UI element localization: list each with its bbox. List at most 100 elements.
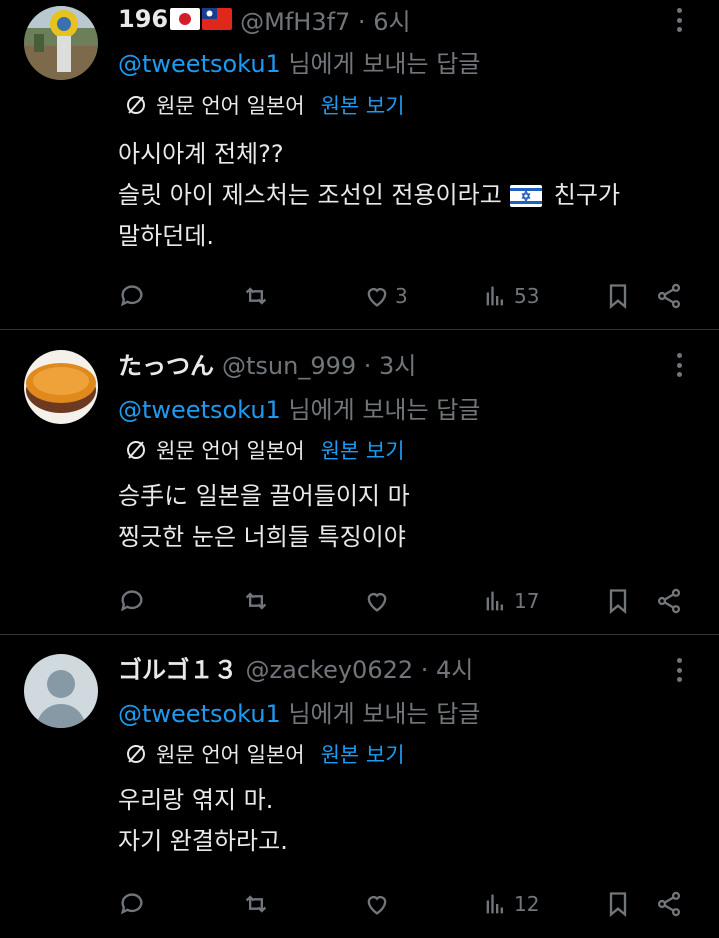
translation-notice: 원문 언어 일본어 원본 보기 (124, 435, 405, 465)
handle-and-time[interactable]: @zackey0622 · 4시 (246, 650, 474, 685)
reply-tweet[interactable]: たっつん @tsun_999 · 3시 @tweetsoku1 님에게 보내는 … (0, 345, 719, 635)
bookmark-icon (609, 284, 627, 309)
views-button[interactable]: 12 (482, 884, 539, 924)
display-name[interactable]: 196 (118, 5, 168, 33)
translate-label: 원문 언어 일본어 (156, 439, 305, 463)
translation-notice: 원문 언어 일본어 원본 보기 (124, 90, 405, 120)
repost-icon (245, 592, 267, 610)
reply-tweet[interactable]: ゴルゴ１３ @zackey0622 · 4시 @tweetsoku1 님에게 보… (0, 650, 719, 938)
heart-icon (367, 896, 387, 915)
replying-suffix: 님에게 보내는 답글 (288, 700, 481, 728)
default-avatar-icon (24, 654, 98, 728)
bookmark-button[interactable] (604, 276, 632, 316)
action-bar: 3 53 (0, 276, 719, 316)
israel-flag-icon (509, 184, 542, 207)
view-count: 17 (514, 589, 540, 613)
like-button[interactable] (363, 581, 395, 621)
japan-flag-icon (170, 8, 201, 30)
like-button[interactable]: 3 (363, 276, 408, 316)
views-button[interactable]: 53 (482, 276, 539, 316)
repost-button[interactable] (242, 581, 270, 621)
share-icon (657, 283, 681, 309)
like-count: 3 (395, 284, 408, 308)
share-button[interactable] (655, 581, 683, 621)
flag-icons (170, 8, 233, 30)
view-count: 53 (514, 284, 540, 308)
mention-link[interactable]: @tweetsoku1 (118, 396, 281, 424)
bookmark-icon (609, 892, 627, 917)
tweet-header: 196 @MfH3f7 · 6시 (118, 2, 411, 36)
tweet-text: 아시아계 전체?? 슬릿 아이 제스처는 조선인 전용이라고 친구가 말하던데. (118, 134, 620, 257)
mention-link[interactable]: @tweetsoku1 (118, 700, 281, 728)
avatar[interactable] (24, 350, 98, 424)
show-original-link[interactable]: 원본 보기 (321, 435, 405, 465)
taiwan-flag-icon (202, 8, 233, 30)
share-icon (657, 588, 681, 614)
heart-icon (367, 288, 387, 307)
tweet-text: 우리랑 엮지 마. 자기 완결하라고. (118, 780, 288, 862)
replying-to: @tweetsoku1 님에게 보내는 답글 (118, 390, 480, 425)
reply-tweet[interactable]: 196 @MfH3f7 · 6시 @tweetsoku1 님에게 보내는 답글 … (0, 0, 719, 330)
action-bar: 17 (0, 581, 719, 621)
text-segment: 친구가 (553, 181, 621, 209)
repost-button[interactable] (242, 884, 270, 924)
avatar[interactable] (24, 6, 98, 80)
views-icon (486, 286, 503, 306)
more-options-icon[interactable] (669, 658, 689, 682)
display-name[interactable]: たっつん (118, 346, 214, 381)
view-count: 12 (514, 892, 540, 916)
text-line: 슬릿 아이 제스처는 조선인 전용이라고 친구가 (118, 175, 620, 216)
translation-notice: 원문 언어 일본어 원본 보기 (124, 739, 405, 769)
text-line: 찡긋한 눈은 너희들 특징이야 (118, 523, 406, 551)
text-line: 자기 완결하라고. (118, 827, 288, 855)
share-button[interactable] (655, 276, 683, 316)
translate-icon (127, 441, 145, 459)
translate-label: 원문 언어 일본어 (156, 94, 305, 118)
mention-link[interactable]: @tweetsoku1 (118, 50, 281, 78)
replying-suffix: 님에게 보내는 답글 (288, 396, 481, 424)
views-icon (486, 894, 503, 914)
replying-to: @tweetsoku1 님에게 보내는 답글 (118, 694, 480, 729)
translate-icon (127, 96, 145, 114)
more-options-icon[interactable] (669, 8, 689, 32)
reply-button[interactable] (118, 276, 146, 316)
handle-and-time[interactable]: @tsun_999 · 3시 (222, 346, 416, 381)
text-line: 아시아계 전체?? (118, 140, 284, 168)
reply-button[interactable] (118, 581, 146, 621)
replying-suffix: 님에게 보내는 답글 (288, 50, 481, 78)
share-icon (657, 891, 681, 917)
repost-icon (245, 287, 267, 305)
views-icon (486, 591, 503, 611)
share-button[interactable] (655, 884, 683, 924)
avatar[interactable] (24, 654, 98, 728)
heart-icon (367, 593, 387, 612)
bookmark-icon (609, 589, 627, 614)
display-name[interactable]: ゴルゴ１３ (118, 650, 238, 685)
show-original-link[interactable]: 원본 보기 (321, 90, 405, 120)
replying-to: @tweetsoku1 님에게 보내는 답글 (118, 44, 480, 79)
reply-icon (120, 893, 143, 915)
tweet-header: ゴルゴ１３ @zackey0622 · 4시 (118, 650, 473, 684)
bookmark-button[interactable] (604, 884, 632, 924)
more-options-icon[interactable] (669, 353, 689, 377)
tweet-text: 승手に 일본을 끌어들이지 마 찡긋한 눈은 너희들 특징이야 (118, 476, 410, 558)
bookmark-button[interactable] (604, 581, 632, 621)
action-bar: 12 (0, 884, 719, 924)
translate-icon (127, 745, 145, 763)
text-line: 우리랑 엮지 마. (118, 786, 274, 814)
repost-button[interactable] (242, 276, 270, 316)
text-line: 승手に 일본을 끌어들이지 마 (118, 482, 410, 510)
translate-label: 원문 언어 일본어 (156, 743, 305, 767)
show-original-link[interactable]: 원본 보기 (321, 739, 405, 769)
reply-button[interactable] (118, 884, 146, 924)
reply-icon (120, 590, 143, 612)
text-line: 말하던데. (118, 222, 214, 250)
handle-and-time[interactable]: @MfH3f7 · 6시 (240, 2, 410, 37)
text-segment: 슬릿 아이 제스처는 조선인 전용이라고 (118, 181, 502, 209)
reply-feed: 196 @MfH3f7 · 6시 @tweetsoku1 님에게 보내는 답글 … (0, 0, 719, 938)
tweet-header: たっつん @tsun_999 · 3시 (118, 346, 416, 380)
repost-icon (245, 895, 267, 913)
reply-icon (120, 285, 143, 307)
views-button[interactable]: 17 (482, 581, 539, 621)
like-button[interactable] (363, 884, 395, 924)
